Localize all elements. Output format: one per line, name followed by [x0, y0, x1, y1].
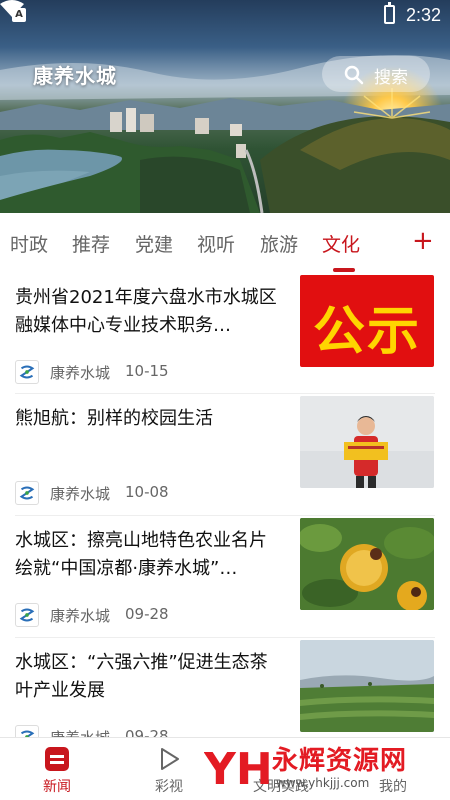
source-logo-icon: [15, 360, 39, 384]
watermark-text: 永辉资源网: [272, 746, 408, 776]
tab-party[interactable]: 党建: [135, 230, 173, 257]
status-time: 2:32: [406, 5, 442, 25]
tea-garden-photo: [300, 640, 434, 732]
news-source: 康养水城: [50, 364, 111, 382]
tab-recommend[interactable]: 推荐: [72, 230, 110, 257]
add-channel-button[interactable]: +: [412, 226, 434, 256]
news-date: 10-08: [125, 483, 169, 501]
divider: [15, 637, 435, 638]
search-button[interactable]: 搜索: [322, 56, 430, 92]
tab-culture[interactable]: 文化: [322, 230, 360, 257]
divider: [15, 515, 435, 516]
svg-text:YH: YH: [204, 744, 270, 795]
news-item[interactable]: 贵州省2021年度六盘水市水城区融媒体中心专业技术职务… 康养水城 10-15 …: [0, 275, 450, 406]
news-title[interactable]: 贵州省2021年度六盘水市水城区融媒体中心专业技术职务…: [15, 284, 285, 340]
student-photo: [300, 396, 434, 488]
app-title: 康养水城: [33, 64, 117, 88]
search-icon: [344, 65, 364, 85]
wifi-icon: [0, 0, 24, 17]
news-title[interactable]: 水城区：“六强六推”促进生态茶叶产业发展: [15, 649, 285, 705]
header-banner: A 2:32 康养水城 搜索: [0, 0, 450, 213]
news-thumbnail[interactable]: [300, 640, 434, 732]
news-thumbnail[interactable]: 公示: [300, 275, 434, 367]
news-title[interactable]: 水城区：擦亮山地特色农业名片 绘就“中国凉都·康养水城”…: [15, 527, 285, 583]
nav-news-label: 新闻: [43, 779, 71, 795]
battery-icon: [384, 2, 395, 24]
nav-news[interactable]: 新闻: [12, 738, 102, 800]
tab-politics[interactable]: 时政: [10, 230, 48, 257]
news-thumbnail[interactable]: [300, 396, 434, 488]
news-source: 康养水城: [50, 607, 111, 625]
active-tab-indicator: [333, 268, 355, 272]
news-item[interactable]: 熊旭航：别样的校园生活 康养水城 10-08: [0, 396, 450, 527]
tab-video[interactable]: 视听: [197, 230, 235, 257]
news-item[interactable]: 水城区：擦亮山地特色农业名片 绘就“中国凉都·康养水城”… 康养水城 09-28: [0, 518, 450, 649]
watermark: YH 永辉资源网 www.yhkjjj.com: [200, 738, 450, 799]
news-thumbnail[interactable]: [300, 518, 434, 610]
news-date: 09-28: [125, 605, 169, 623]
chestnut-fruit-photo: [300, 518, 434, 610]
thumbnail-notice-text: 公示: [312, 302, 421, 362]
tab-travel[interactable]: 旅游: [260, 230, 298, 257]
news-icon: [45, 747, 69, 771]
news-date: 10-15: [125, 362, 169, 380]
source-logo-icon: [15, 481, 39, 505]
watermark-url: www.yhkjjj.com: [276, 776, 370, 790]
channel-tabs: 时政 推荐 党建 视听 旅游 文化: [0, 213, 450, 273]
search-label: 搜索: [374, 68, 408, 88]
play-icon: [161, 748, 179, 770]
source-logo-icon: [15, 603, 39, 627]
watermark-logo: YH: [204, 744, 270, 795]
news-title[interactable]: 熊旭航：别样的校园生活: [15, 405, 285, 433]
news-source: 康养水城: [50, 485, 111, 503]
divider: [15, 393, 435, 394]
status-bar: A 2:32: [0, 0, 450, 30]
city-landscape-image: [0, 55, 450, 213]
